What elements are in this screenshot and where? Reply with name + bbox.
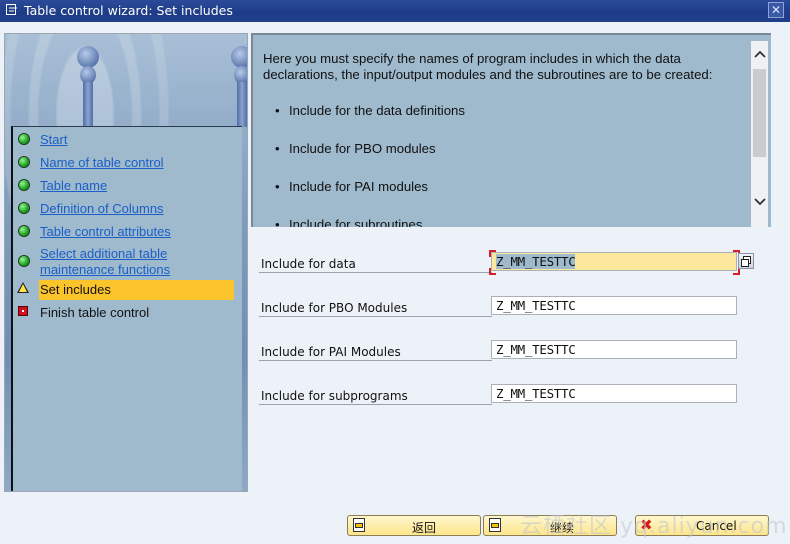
include-pbo-label: Include for PBO Modules (261, 301, 408, 315)
bullet-item: Include for subroutines (275, 217, 422, 227)
step-table-control-attributes[interactable]: Table control attributes (13, 222, 242, 242)
close-button[interactable]: ✕ (768, 2, 784, 18)
step-start[interactable]: Start (13, 130, 242, 150)
step-label[interactable]: Definition of Columns (40, 201, 164, 217)
window-title: Table control wizard: Set includes (24, 3, 233, 18)
include-pai-row: Include for PAI Modules Z_MM_TESTTC (259, 340, 739, 362)
include-subprograms-label: Include for subprograms (261, 389, 408, 403)
step-finish-table-control: Finish table control (13, 303, 242, 323)
scroll-down-arrow-icon[interactable] (751, 195, 768, 211)
step-complete-icon (19, 256, 29, 266)
step-complete-icon (19, 226, 29, 236)
selected-text: Z_MM_TESTTC (496, 254, 576, 269)
step-name-of-table-control[interactable]: Name of table control (13, 153, 242, 173)
include-data-label: Include for data (261, 257, 356, 271)
include-subprograms-input[interactable]: Z_MM_TESTTC (491, 384, 737, 403)
instructions-panel: Here you must specify the names of progr… (251, 33, 771, 227)
scroll-up-arrow-icon[interactable] (751, 47, 768, 63)
cancel-button[interactable]: ✖ Cancel (635, 515, 769, 536)
step-label[interactable]: Table name (40, 178, 107, 194)
step-label: Finish table control (40, 305, 150, 320)
include-pai-input[interactable]: Z_MM_TESTTC (491, 340, 737, 359)
step-complete-icon (19, 134, 29, 144)
include-pbo-input[interactable]: Z_MM_TESTTC (491, 296, 737, 315)
current-step-warning-icon (17, 282, 29, 293)
step-complete-icon (19, 157, 29, 167)
include-pai-label: Include for PAI Modules (261, 345, 401, 359)
step-label[interactable]: Name of table control (40, 155, 164, 171)
include-pbo-row: Include for PBO Modules Z_MM_TESTTC (259, 296, 739, 318)
step-label[interactable]: Start (40, 132, 67, 148)
cancel-button-label: Cancel (696, 519, 737, 533)
step-pending-icon (18, 306, 28, 316)
focus-corner (733, 268, 740, 275)
label-underline (259, 272, 492, 273)
step-list: Start Name of table control Table name D… (11, 126, 242, 491)
scrollbar-thumb[interactable] (753, 69, 766, 157)
step-label[interactable]: Select additional table maintenance func… (40, 246, 190, 278)
label-underline (259, 360, 492, 361)
instructions-text: Here you must specify the names of progr… (263, 51, 713, 82)
label-underline (259, 404, 492, 405)
value-help-icon[interactable] (738, 253, 754, 269)
step-table-name[interactable]: Table name (13, 176, 242, 196)
include-data-input[interactable]: Z_MM_TESTTC (491, 252, 737, 271)
window-title-bar: Table control wizard: Set includes ✕ (0, 0, 790, 22)
step-complete-icon (19, 203, 29, 213)
continue-button-label: 继续 (550, 521, 575, 535)
focus-corner (489, 250, 496, 257)
window-menu-icon[interactable] (6, 4, 18, 15)
close-icon: ✕ (770, 3, 782, 17)
step-set-includes[interactable]: Set includes (13, 280, 242, 300)
instructions-scrollbar[interactable] (751, 41, 768, 227)
include-subprograms-row: Include for subprograms Z_MM_TESTTC (259, 384, 739, 406)
step-complete-icon (19, 180, 29, 190)
label-underline (259, 316, 492, 317)
wizard-steps-panel: Start Name of table control Table name D… (4, 33, 248, 492)
bullet-item: Include for PBO modules (275, 141, 436, 156)
back-arrow-icon (353, 518, 365, 532)
step-select-additional-functions[interactable]: Select additional table maintenance func… (13, 244, 242, 278)
step-label: Set includes (40, 282, 111, 297)
include-data-row: Include for data Z_MM_TESTTC (259, 250, 754, 275)
cancel-x-icon: ✖ (640, 516, 653, 534)
bullet-item: Include for the data definitions (275, 103, 465, 118)
step-label[interactable]: Table control attributes (40, 224, 171, 240)
back-button[interactable]: 返回 (347, 515, 481, 536)
back-button-label: 返回 (412, 521, 437, 535)
step-definition-of-columns[interactable]: Definition of Columns (13, 199, 242, 219)
continue-arrow-icon (489, 518, 501, 532)
continue-button[interactable]: 继续 (483, 515, 617, 536)
bullet-item: Include for PAI modules (275, 179, 428, 194)
focus-corner (489, 268, 496, 275)
